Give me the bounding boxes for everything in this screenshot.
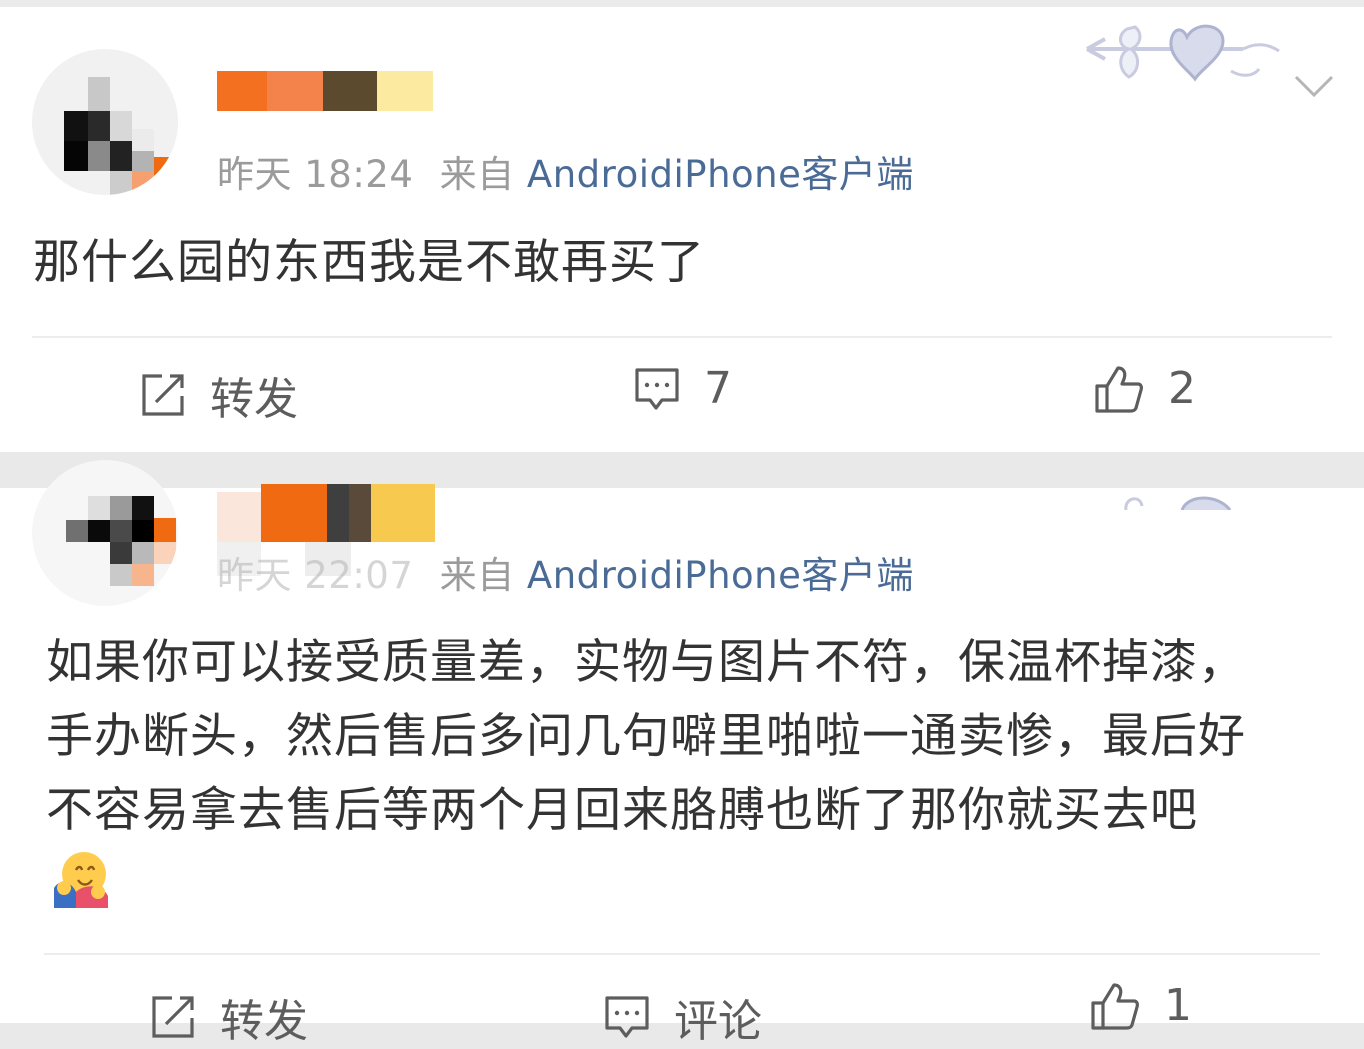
thumbs-up-icon (1091, 982, 1139, 1030)
post-meta: 昨天 18:24 来自 AndroidiPhone客户端 (217, 144, 914, 198)
comment-text: 那什么园的东西我是不敢再买了 (33, 226, 705, 300)
comment-text-line: 不容易拿去售后等两个月回来胳膊也断了那你就买去吧 (46, 783, 1198, 838)
comment-text-line: 那什么园的东西我是不敢再买了 (33, 235, 705, 290)
source-link[interactable]: AndroidiPhone客户端 (527, 153, 914, 196)
username-redacted[interactable] (217, 71, 439, 111)
source-link[interactable]: AndroidiPhone客户端 (527, 554, 914, 597)
weibo-comment-card: 昨天 18:24 来自 AndroidiPhone客户端 那什么园的东西我是不敢… (0, 7, 1364, 452)
thumbs-up-icon (1095, 365, 1143, 413)
comment-button[interactable]: 评论 (604, 985, 762, 1049)
repost-label: 转发 (210, 374, 298, 425)
hugging-face-emoji (54, 852, 108, 908)
repost-icon (152, 996, 194, 1038)
comment-text-line: 如果你可以接受质量差，实物与图片不符，保温杯掉漆， (46, 635, 1246, 690)
comment-label: 评论 (674, 996, 762, 1047)
comment-text-line: 手办断头，然后售后多问几句噼里啪啦一通卖惨，最后好 (46, 709, 1246, 764)
post-time: 昨天 18:24 (217, 153, 414, 196)
chevron-down-icon[interactable] (1294, 73, 1334, 99)
weibo-comment-card: 昨天 22:07 来自 AndroidiPhone客户端 如果你可以接受质量差，… (0, 460, 1364, 1047)
repost-button[interactable]: 转发 (140, 363, 298, 427)
like-button[interactable]: 1 (1090, 980, 1192, 1031)
like-count: 1 (1164, 980, 1192, 1031)
comment-count: 7 (704, 363, 732, 414)
avatar[interactable] (32, 460, 178, 606)
source-prefix: 来自 (439, 554, 515, 597)
comment-text: 如果你可以接受质量差，实物与图片不符，保温杯掉漆， 手办断头，然后售后多问几句噼… (46, 626, 1336, 848)
divider (44, 953, 1320, 955)
post-time: 昨天 22:07 (217, 554, 414, 597)
repost-icon (142, 374, 184, 416)
repost-label: 转发 (220, 996, 308, 1047)
username-redacted[interactable] (217, 484, 437, 542)
avatar[interactable] (32, 49, 178, 195)
comment-icon (605, 996, 649, 1038)
post-meta: 昨天 22:07 来自 AndroidiPhone客户端 (217, 545, 914, 599)
like-button[interactable]: 2 (1094, 363, 1196, 414)
comment-button[interactable]: 7 (634, 363, 732, 414)
top-gap (0, 0, 1364, 7)
repost-button[interactable]: 转发 (150, 985, 308, 1049)
arrow-heart-badge-icon (1124, 496, 1232, 510)
comment-icon (635, 367, 679, 410)
source-prefix: 来自 (439, 153, 515, 196)
arrow-heart-badge-icon (1086, 24, 1280, 82)
like-count: 2 (1168, 363, 1196, 414)
divider (32, 336, 1332, 338)
